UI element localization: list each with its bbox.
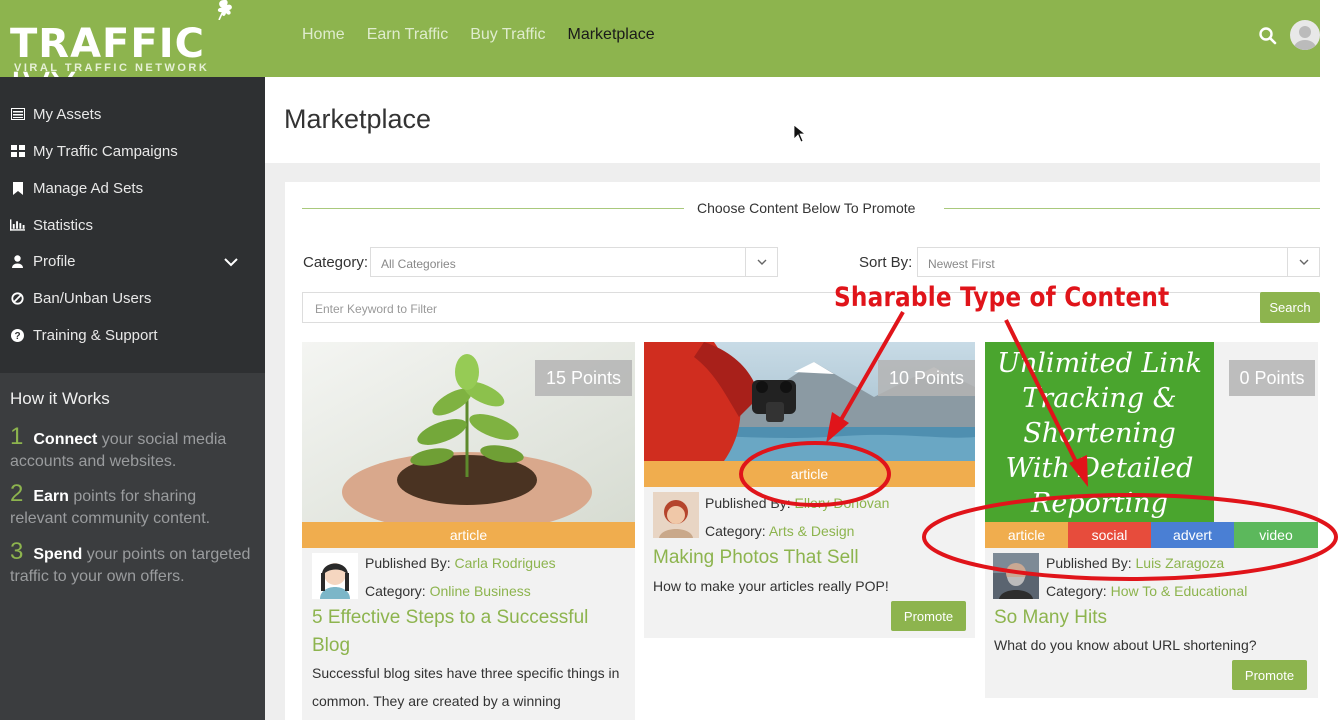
- user-avatar[interactable]: [1290, 20, 1320, 50]
- category-link[interactable]: How To & Educational: [1111, 583, 1248, 599]
- list-icon: [10, 107, 25, 121]
- sort-select-value: Newest First: [928, 257, 995, 271]
- tag-video[interactable]: video: [1234, 522, 1318, 548]
- sidebar-item-statistics[interactable]: Statistics: [10, 213, 93, 237]
- category-info: Category: Online Business: [365, 583, 531, 599]
- how-it-works-panel: How it Works 1 Connect your social media …: [0, 373, 265, 720]
- points-badge: 0 Points: [1229, 360, 1315, 396]
- section-heading: Choose Content Below To Promote: [697, 200, 916, 216]
- sidebar: My Assets My Traffic Campaigns Manage Ad…: [0, 77, 265, 720]
- sidebar-item-ban-unban-users[interactable]: Ban/Unban Users: [10, 286, 151, 310]
- card-description: What do you know about URL shortening?: [994, 637, 1257, 653]
- sidebar-menu: My Assets My Traffic Campaigns Manage Ad…: [0, 77, 265, 373]
- sort-label: Sort By:: [859, 254, 913, 271]
- sidebar-item-label: Training & Support: [33, 326, 158, 344]
- tag-social[interactable]: social: [1068, 522, 1151, 548]
- logo[interactable]: TRAFFIC IVY VIRAL TRAFFIC NETWORK: [0, 0, 265, 110]
- card-title[interactable]: So Many Hits: [994, 604, 1304, 632]
- bar-chart-icon: [10, 218, 25, 232]
- how-step-2: 2 Earn points for sharing relevant commun…: [10, 480, 211, 528]
- author-link[interactable]: Ellory Donovan: [795, 495, 890, 511]
- sidebar-item-label: My Assets: [33, 105, 102, 123]
- svg-text:?: ?: [14, 331, 20, 342]
- grid-icon: [10, 144, 25, 158]
- card-description: How to make your articles really POP!: [653, 578, 889, 594]
- points-badge: 10 Points: [878, 360, 975, 396]
- category-info: Category: How To & Educational: [1046, 583, 1248, 599]
- tag-article[interactable]: article: [985, 522, 1068, 548]
- tag-article[interactable]: article: [302, 522, 635, 548]
- tag-article[interactable]: article: [644, 461, 975, 487]
- chevron-down-icon[interactable]: [222, 253, 240, 271]
- window-edge: [1320, 0, 1342, 720]
- bookmark-icon: [10, 181, 25, 195]
- card-image-caption: Unlimited Link Tracking & Shortening Wit…: [997, 348, 1202, 519]
- sidebar-item-my-traffic-campaigns[interactable]: My Traffic Campaigns: [10, 139, 178, 163]
- points-badge: 15 Points: [535, 360, 632, 396]
- how-step-1: 1 Connect your social media accounts and …: [10, 423, 227, 471]
- nav-home[interactable]: Home: [302, 26, 345, 44]
- tag-advert[interactable]: advert: [1151, 522, 1234, 548]
- published-by: Published By: Luis Zaragoza: [1046, 555, 1225, 571]
- how-it-works-title: How it Works: [10, 389, 110, 408]
- sidebar-item-label: Ban/Unban Users: [33, 289, 152, 307]
- divider: [944, 208, 1320, 209]
- search-button[interactable]: Search: [1260, 292, 1320, 323]
- ivy-leaf-icon: [217, 0, 232, 20]
- card-title[interactable]: 5 Effective Steps to a Successful Blog: [312, 604, 612, 660]
- sort-select[interactable]: Newest First: [917, 247, 1320, 277]
- help-icon: ?: [10, 328, 25, 342]
- content-card[interactable]: Unlimited Link Tracking & Shortening Wit…: [985, 342, 1318, 698]
- category-label: Category:: [303, 254, 369, 271]
- category-info: Category: Arts & Design: [705, 523, 855, 539]
- divider: [302, 208, 684, 209]
- category-link[interactable]: Arts & Design: [769, 523, 855, 539]
- card-image: Unlimited Link Tracking & Shortening Wit…: [985, 342, 1214, 522]
- content-card[interactable]: 10 Points article Published By: Ellory D…: [644, 342, 975, 638]
- chevron-down-icon: [1287, 248, 1319, 276]
- promote-button[interactable]: Promote: [891, 601, 966, 631]
- nav-earn-traffic[interactable]: Earn Traffic: [367, 26, 449, 44]
- ban-icon: [10, 291, 25, 305]
- author-link[interactable]: Carla Rodrigues: [455, 555, 556, 571]
- sidebar-item-training-support[interactable]: ? Training & Support: [10, 323, 158, 347]
- search-icon[interactable]: [1258, 26, 1278, 46]
- user-icon: [10, 254, 25, 268]
- author-avatar: [993, 553, 1039, 599]
- sidebar-item-my-assets[interactable]: My Assets: [10, 102, 101, 126]
- sidebar-item-label: Profile: [33, 252, 76, 270]
- user-avatar-icon: [1294, 26, 1316, 50]
- main-nav: Home Earn Traffic Buy Traffic Marketplac…: [302, 26, 655, 44]
- sidebar-item-profile[interactable]: Profile: [10, 249, 76, 273]
- sidebar-item-label: Manage Ad Sets: [33, 179, 144, 197]
- nav-buy-traffic[interactable]: Buy Traffic: [470, 26, 545, 44]
- page-title: Marketplace: [284, 104, 432, 134]
- chevron-down-icon: [745, 248, 777, 276]
- category-select[interactable]: All Categories: [370, 247, 778, 277]
- how-step-3: 3 Spend your points on targeted traffic t…: [10, 538, 251, 586]
- card-title[interactable]: Making Photos That Sell: [653, 544, 963, 572]
- author-avatar: [653, 492, 699, 538]
- content-card[interactable]: 15 Points article Published By: Carla Ro…: [302, 342, 635, 720]
- logo-tagline: VIRAL TRAFFIC NETWORK: [14, 62, 210, 74]
- author-link[interactable]: Luis Zaragoza: [1136, 555, 1225, 571]
- category-select-value: All Categories: [381, 257, 456, 271]
- promote-button[interactable]: Promote: [1232, 660, 1307, 690]
- screen: { "brand": {"logo_bold": "TRAFFIC", "log…: [0, 0, 1342, 720]
- card-description: Successful blog sites have three specifi…: [312, 665, 620, 709]
- annotation-label: Sharable Type of Content: [834, 282, 1170, 313]
- nav-marketplace[interactable]: Marketplace: [568, 26, 655, 44]
- sidebar-item-manage-ad-sets[interactable]: Manage Ad Sets: [10, 176, 143, 200]
- author-avatar: [312, 553, 358, 599]
- published-by: Published By: Carla Rodrigues: [365, 555, 556, 571]
- sidebar-item-label: My Traffic Campaigns: [33, 142, 178, 160]
- published-by: Published By: Ellory Donovan: [705, 495, 890, 511]
- category-link[interactable]: Online Business: [430, 583, 531, 599]
- sidebar-item-label: Statistics: [33, 216, 94, 234]
